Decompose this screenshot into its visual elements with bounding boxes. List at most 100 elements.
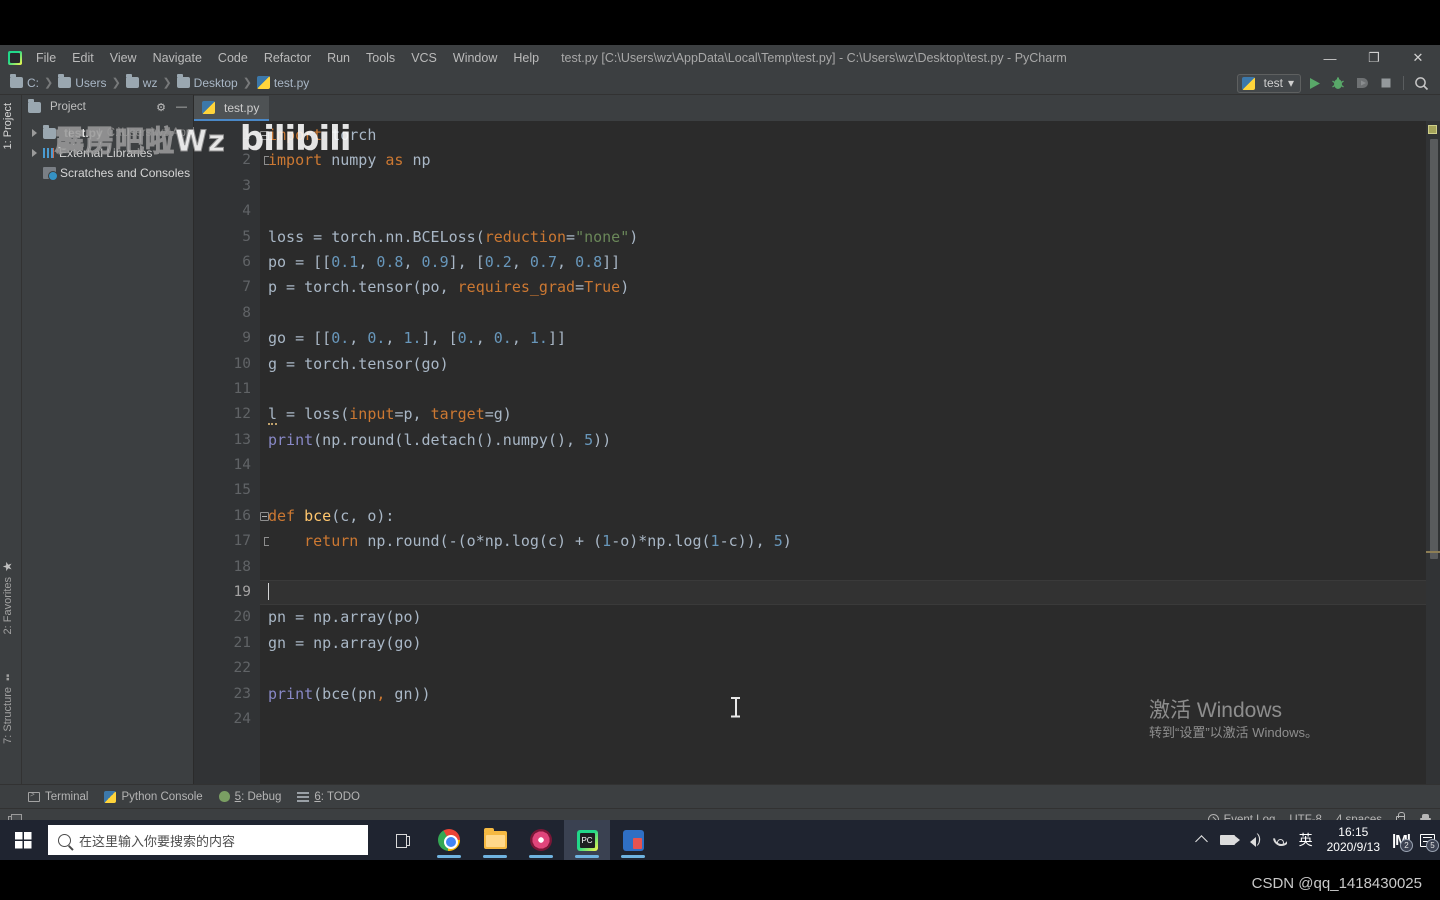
code-line[interactable]: import torch: [260, 123, 1426, 148]
line-number[interactable]: 11: [194, 377, 260, 402]
taskbar-app-media-player[interactable]: [518, 820, 564, 860]
line-number[interactable]: 3: [194, 174, 260, 199]
menu-item-refactor[interactable]: Refactor: [256, 48, 319, 68]
line-number[interactable]: 2: [194, 148, 269, 173]
code-line[interactable]: p = torch.tensor(po, requires_grad=True): [260, 275, 1426, 300]
search-everywhere-icon[interactable]: [1410, 73, 1432, 93]
line-number[interactable]: 15: [194, 478, 260, 503]
start-button[interactable]: [0, 820, 46, 860]
line-number[interactable]: 14: [194, 453, 260, 478]
run-with-coverage-button[interactable]: [1351, 73, 1373, 93]
line-number[interactable]: 4: [194, 199, 260, 224]
menu-item-help[interactable]: Help: [505, 48, 547, 68]
breadcrumb-item-users[interactable]: Users: [75, 76, 106, 90]
warning-marker[interactable]: [1426, 551, 1440, 553]
tray-messenger-button[interactable]: |M| 2: [1388, 820, 1414, 860]
menu-item-edit[interactable]: Edit: [64, 48, 102, 68]
line-number[interactable]: 20: [194, 605, 260, 630]
menu-item-file[interactable]: File: [28, 48, 64, 68]
inspection-status-icon[interactable]: [1428, 125, 1437, 134]
tray-device-icon[interactable]: [1215, 820, 1241, 860]
chevron-right-icon[interactable]: [30, 128, 39, 138]
code-line[interactable]: [260, 301, 1426, 326]
code-line[interactable]: print(bce(pn, gn)): [260, 682, 1426, 707]
tray-ime-button[interactable]: 英: [1293, 820, 1319, 860]
tray-volume-button[interactable]: [1241, 820, 1267, 860]
taskbar-search-input[interactable]: 在这里输入你要搜索的内容: [48, 825, 368, 855]
menu-item-navigate[interactable]: Navigate: [145, 48, 210, 68]
line-number[interactable]: 10: [194, 352, 260, 377]
line-number-gutter[interactable]: 1 2 3 4 5 6 7 8 9 10 11 12 13 14 15 16 17 18 19 20 21 22 23 24: [194, 121, 269, 784]
code-line[interactable]: [260, 478, 1426, 503]
menu-item-tools[interactable]: Tools: [358, 48, 403, 68]
line-number[interactable]: 6: [194, 250, 260, 275]
code-line[interactable]: loss = torch.nn.BCELoss(reduction="none"…: [260, 225, 1426, 250]
code-line[interactable]: [260, 580, 1426, 606]
code-line[interactable]: import numpy as np: [260, 148, 1426, 173]
project-hide-icon[interactable]: —: [176, 101, 193, 113]
marker-scrollbar[interactable]: [1426, 121, 1440, 784]
code-line[interactable]: [260, 555, 1426, 580]
sidebar-tab-favorites[interactable]: 2: Favorites ★: [1, 559, 15, 634]
line-number[interactable]: 1: [194, 123, 269, 148]
menu-item-view[interactable]: View: [102, 48, 145, 68]
run-configuration-selector[interactable]: test ▾: [1236, 73, 1301, 93]
menu-item-window[interactable]: Window: [445, 48, 505, 68]
code-line[interactable]: go = [[0., 0., 1.], [0., 0., 1.]]: [260, 326, 1426, 351]
line-number[interactable]: 9: [194, 326, 260, 351]
taskbar-app-wps-office[interactable]: [610, 820, 656, 860]
line-number[interactable]: 22: [194, 656, 260, 681]
breadcrumb-item-drive[interactable]: C:: [27, 76, 39, 90]
line-number[interactable]: 21: [194, 631, 260, 656]
editor-tab-test-py[interactable]: test.py: [194, 96, 270, 121]
debug-button[interactable]: [1327, 73, 1349, 93]
code-line[interactable]: [260, 707, 1426, 732]
chevron-right-icon[interactable]: [30, 148, 39, 158]
code-line[interactable]: [260, 174, 1426, 199]
minimize-button[interactable]: —: [1308, 45, 1352, 71]
code-line[interactable]: print(np.round(l.detach().numpy(), 5)): [260, 428, 1426, 453]
breadcrumb-item-wz[interactable]: wz: [143, 76, 158, 90]
line-number[interactable]: 5: [194, 225, 260, 250]
taskbar-app-pycharm[interactable]: [564, 820, 610, 860]
close-button[interactable]: ✕: [1396, 45, 1440, 71]
run-button[interactable]: [1303, 73, 1325, 93]
tree-item-test-py[interactable]: test.py C:\Users\wz\Appl: [22, 123, 195, 143]
line-number[interactable]: 23: [194, 682, 260, 707]
code-line[interactable]: [260, 453, 1426, 478]
tool-button-todo[interactable]: 6: TODO: [297, 791, 360, 803]
menu-item-run[interactable]: Run: [319, 48, 358, 68]
line-number[interactable]: 19: [194, 580, 260, 605]
code-text[interactable]: import torch import numpy as np loss = tor…: [260, 121, 1426, 784]
menu-item-code[interactable]: Code: [210, 48, 256, 68]
code-line[interactable]: def bce(c, o):: [260, 504, 1426, 529]
sidebar-tab-project[interactable]: 1: Project: [2, 103, 14, 149]
scrollbar-track[interactable]: [1429, 139, 1439, 724]
taskbar-app-file-explorer[interactable]: [472, 820, 518, 860]
taskbar-task-view-button[interactable]: [380, 820, 426, 860]
line-number[interactable]: 7: [194, 275, 260, 300]
line-number[interactable]: 8: [194, 301, 260, 326]
line-number[interactable]: 12: [194, 402, 260, 427]
code-line[interactable]: po = [[0.1, 0.8, 0.9], [0.2, 0.7, 0.8]]: [260, 250, 1426, 275]
stop-button[interactable]: [1375, 73, 1397, 93]
taskbar-app-chrome[interactable]: [426, 820, 472, 860]
line-number[interactable]: 13: [194, 428, 260, 453]
code-line[interactable]: l = loss(input=p, target=g): [260, 402, 1426, 427]
code-line[interactable]: g = torch.tensor(go): [260, 352, 1426, 377]
tray-network-button[interactable]: [1267, 820, 1293, 860]
tray-notifications-button[interactable]: 5: [1414, 820, 1440, 860]
menu-item-vcs[interactable]: VCS: [403, 48, 445, 68]
line-number[interactable]: 16: [194, 504, 269, 529]
code-line[interactable]: pn = np.array(po): [260, 605, 1426, 630]
line-number[interactable]: 24: [194, 707, 260, 732]
line-number[interactable]: 17: [194, 529, 269, 554]
code-line[interactable]: [260, 656, 1426, 681]
tree-item-external-libraries[interactable]: External Libraries: [22, 143, 193, 163]
line-number[interactable]: 18: [194, 555, 260, 580]
sidebar-tab-structure[interactable]: 7: Structure ▪▪: [2, 672, 14, 744]
code-line[interactable]: return np.round(-(o*np.log(c) + (1-o)*np…: [260, 529, 1426, 554]
tool-button-python-console[interactable]: Python Console: [104, 790, 203, 803]
taskbar-clock[interactable]: 16:15 2020/9/13: [1319, 820, 1388, 860]
scrollbar-thumb[interactable]: [1430, 139, 1438, 559]
